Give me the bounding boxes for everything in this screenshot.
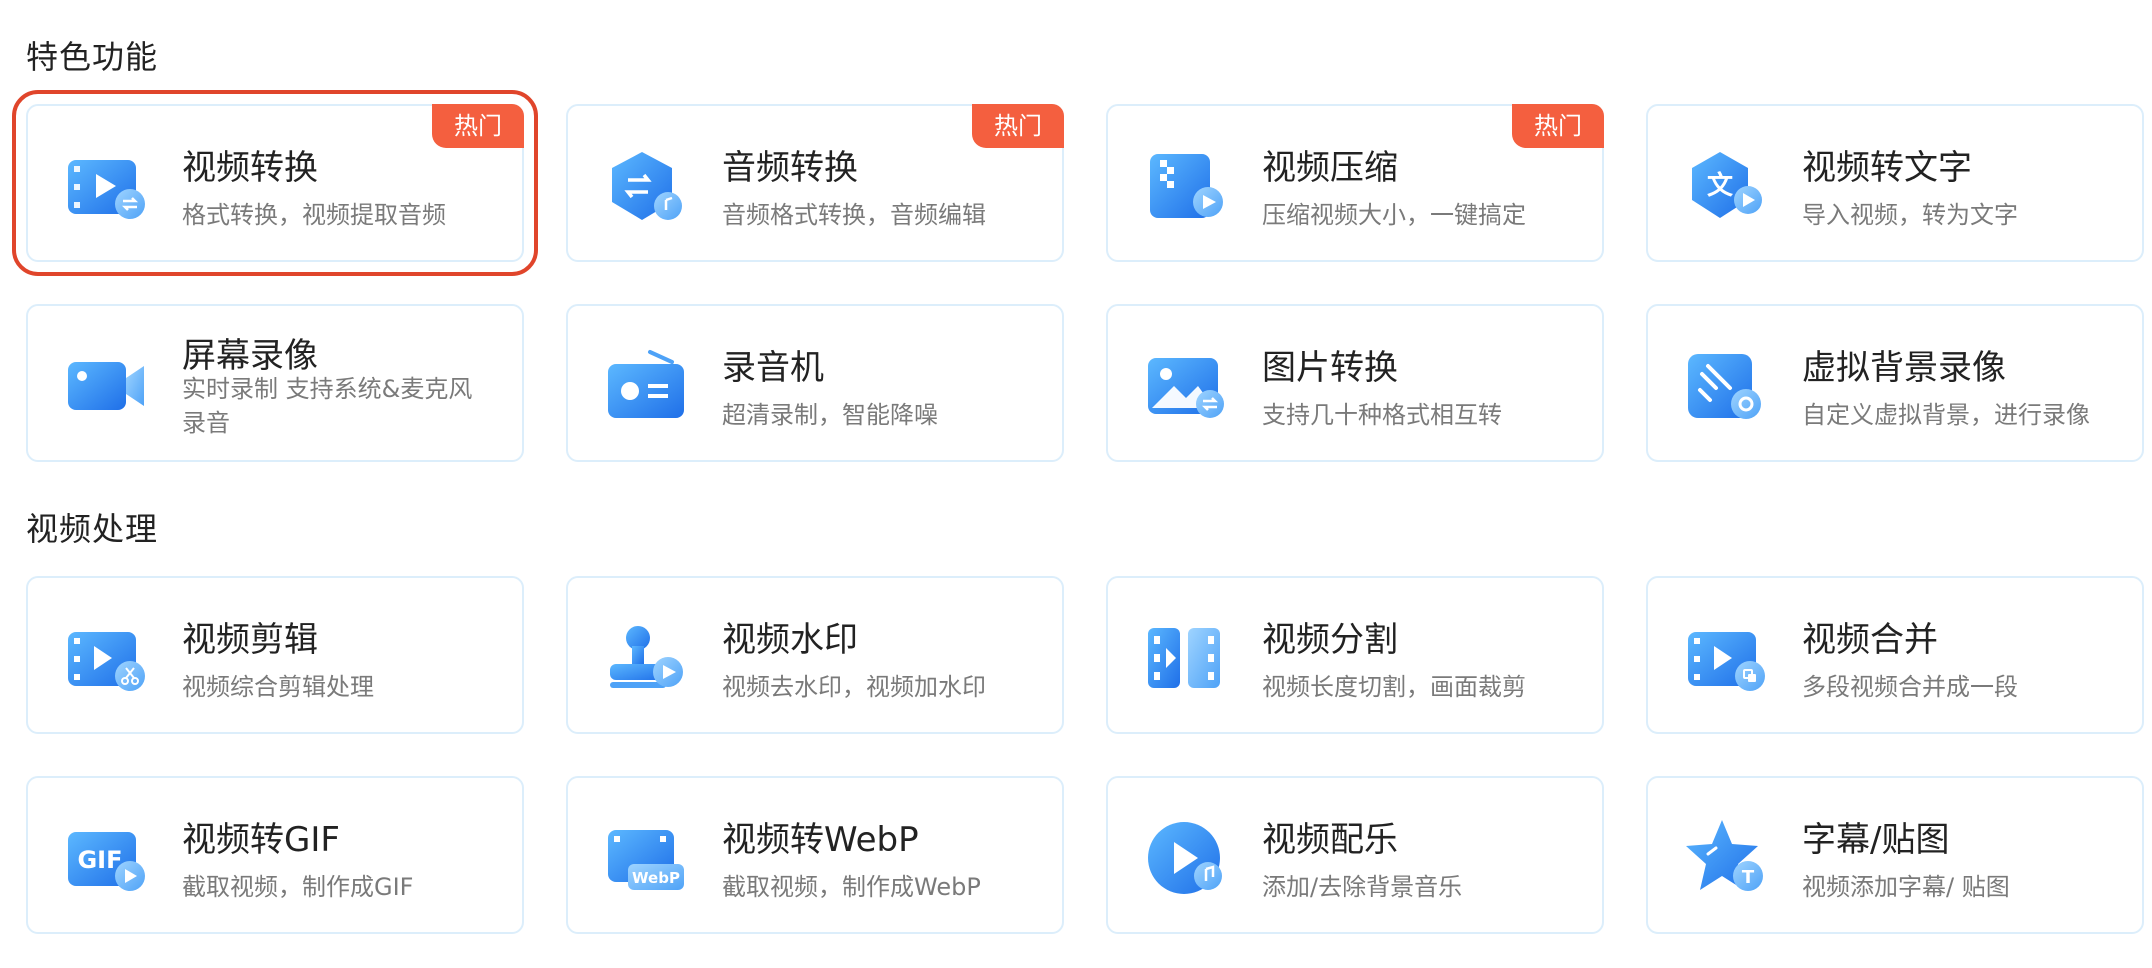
subtitle-sticker-icon: T: [1686, 818, 1766, 898]
card-video-compress[interactable]: 视频压缩 压缩视频大小，一键搞定 热门: [1106, 104, 1604, 262]
card-video-to-gif[interactable]: GIF 视频转GIF 截取视频，制作成GIF: [26, 776, 524, 934]
card-description: 格式转换，视频提取音频: [182, 201, 446, 229]
card-video-music[interactable]: 视频配乐 添加/去除背景音乐: [1106, 776, 1604, 934]
card-screen-record[interactable]: 屏幕录像 实时录制 支持系统&麦克风录音: [26, 304, 524, 462]
card-description: 多段视频合并成一段: [1802, 673, 2018, 701]
virtual-background-icon: [1686, 346, 1766, 426]
video-split-icon: [1146, 618, 1226, 698]
card-description: 超清录制，智能降噪: [722, 401, 938, 429]
card-title: 视频压缩: [1262, 148, 1398, 188]
card-video-convert[interactable]: 视频转换 格式转换，视频提取音频 热门: [12, 90, 538, 276]
video-to-webp-icon: WebP: [606, 818, 686, 898]
card-title: 字幕/贴图: [1802, 820, 1950, 860]
video-watermark-icon: [606, 618, 686, 698]
video-convert-icon: [66, 146, 146, 226]
card-description: 自定义虚拟背景，进行录像: [1802, 401, 2090, 429]
card-title: 图片转换: [1262, 348, 1398, 388]
card-description: 音频格式转换，音频编辑: [722, 201, 986, 229]
video-processing-grid: 视频剪辑 视频综合剪辑处理 视频水印 视频去水印，视频加水印 视频分割 视频长度…: [26, 576, 2144, 934]
card-image-convert[interactable]: 图片转换 支持几十种格式相互转: [1106, 304, 1604, 462]
svg-text:文: 文: [1707, 170, 1734, 201]
video-edit-icon: [66, 618, 146, 698]
video-merge-icon: [1686, 618, 1766, 698]
card-title: 视频合并: [1802, 620, 1938, 660]
card-title: 录音机: [722, 348, 824, 388]
card-virtual-background[interactable]: 虚拟背景录像 自定义虚拟背景，进行录像: [1646, 304, 2144, 462]
card-video-watermark[interactable]: 视频水印 视频去水印，视频加水印: [566, 576, 1064, 734]
card-title: 视频配乐: [1262, 820, 1398, 860]
screen-record-icon: [66, 346, 146, 426]
card-video-to-webp[interactable]: WebP 视频转WebP 截取视频，制作成WebP: [566, 776, 1064, 934]
card-description: 视频长度切割，画面裁剪: [1262, 673, 1526, 701]
card-description: 截取视频，制作成GIF: [182, 873, 414, 901]
card-title: 视频剪辑: [182, 620, 318, 660]
card-video-edit[interactable]: 视频剪辑 视频综合剪辑处理: [26, 576, 524, 734]
video-compress-icon: [1146, 146, 1226, 226]
hot-badge: 热门: [432, 104, 524, 148]
card-description: 添加/去除背景音乐: [1262, 873, 1463, 901]
audio-convert-icon: [606, 146, 686, 226]
card-description: 实时录制 支持系统&麦克风录音: [182, 375, 473, 437]
card-recorder[interactable]: 录音机 超清录制，智能降噪: [566, 304, 1064, 462]
recorder-icon: [606, 346, 686, 426]
card-title: 视频转GIF: [182, 820, 340, 860]
video-to-text-icon: 文: [1686, 146, 1766, 226]
svg-text:GIF: GIF: [77, 846, 122, 874]
section-title-featured: 特色功能: [26, 38, 159, 76]
card-title: 视频水印: [722, 620, 858, 660]
hot-badge: 热门: [972, 104, 1064, 148]
card-title: 视频转换: [182, 148, 318, 188]
card-description: 视频去水印，视频加水印: [722, 673, 986, 701]
card-description: 导入视频，转为文字: [1802, 201, 2018, 229]
card-video-to-text[interactable]: 文 视频转文字 导入视频，转为文字: [1646, 104, 2144, 262]
svg-text:T: T: [1742, 867, 1755, 888]
card-title: 屏幕录像: [182, 336, 318, 376]
video-music-icon: [1146, 818, 1226, 898]
image-convert-icon: [1146, 346, 1226, 426]
hot-badge: 热门: [1512, 104, 1604, 148]
section-title-video-processing: 视频处理: [26, 510, 159, 548]
card-title: 虚拟背景录像: [1802, 348, 2006, 388]
card-description: 截取视频，制作成WebP: [722, 873, 981, 901]
card-title: 视频分割: [1262, 620, 1398, 660]
svg-text:WebP: WebP: [632, 869, 680, 887]
card-video-split[interactable]: 视频分割 视频长度切割，画面裁剪: [1106, 576, 1604, 734]
featured-grid: 视频转换 格式转换，视频提取音频 热门 音频转换 音频格式转换，音频编辑 热门 …: [12, 90, 2144, 462]
card-subtitle-sticker[interactable]: T 字幕/贴图 视频添加字幕/ 贴图: [1646, 776, 2144, 934]
card-title: 音频转换: [722, 148, 858, 188]
card-description: 视频综合剪辑处理: [182, 673, 374, 701]
card-description: 视频添加字幕/ 贴图: [1802, 873, 2010, 901]
card-description: 压缩视频大小，一键搞定: [1262, 201, 1526, 229]
card-description: 支持几十种格式相互转: [1262, 401, 1502, 429]
card-title: 视频转WebP: [722, 820, 919, 860]
card-title: 视频转文字: [1802, 148, 1972, 188]
card-video-merge[interactable]: 视频合并 多段视频合并成一段: [1646, 576, 2144, 734]
card-audio-convert[interactable]: 音频转换 音频格式转换，音频编辑 热门: [566, 104, 1064, 262]
video-to-gif-icon: GIF: [66, 818, 146, 898]
